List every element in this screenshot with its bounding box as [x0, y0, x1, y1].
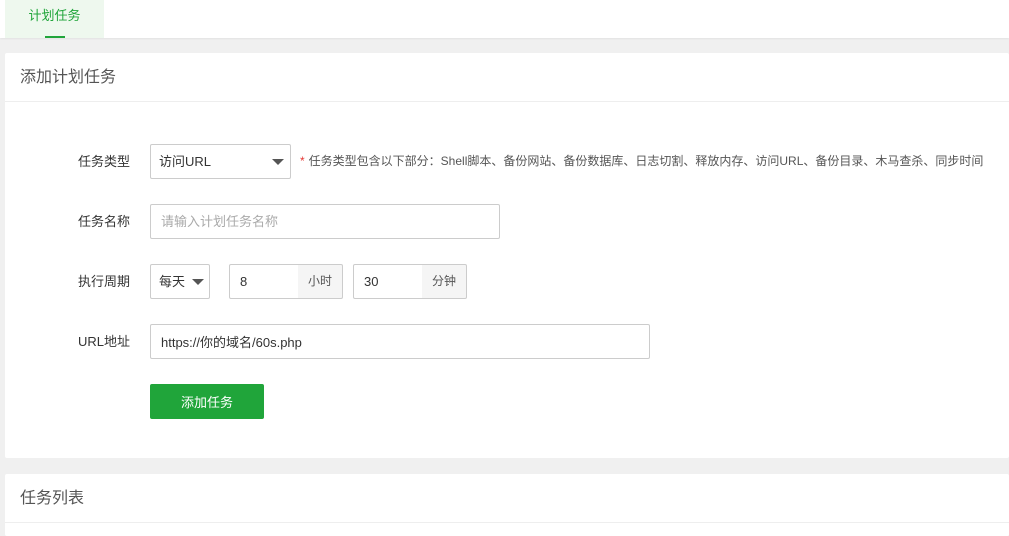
task-type-row: 任务类型 访问URL * 任务类型包含以下部分：Shell脚本、备份网站、备份数据…	[5, 144, 1009, 179]
minute-unit: 分钟	[422, 264, 467, 299]
hour-input[interactable]	[229, 264, 299, 299]
tab-scheduled-tasks[interactable]: 计划任务	[5, 0, 104, 38]
task-type-select[interactable]: 访问URL	[150, 144, 291, 179]
task-list-panel: 任务列表	[5, 474, 1009, 536]
period-selected: 每天	[159, 274, 186, 289]
cycle-label: 执行周期	[77, 274, 130, 289]
add-task-button[interactable]: 添加任务	[150, 384, 264, 419]
task-name-label: 任务名称	[77, 214, 130, 229]
panel-title: 添加计划任务	[5, 53, 1009, 102]
required-star: *	[300, 154, 305, 168]
chevron-down-icon	[272, 159, 284, 165]
task-name-row: 任务名称	[5, 204, 1009, 239]
add-task-panel: 添加计划任务 任务类型 访问URL * 任务类型包含以下部分：Shell脚本、备份…	[5, 53, 1009, 458]
task-type-selected: 访问URL	[159, 154, 212, 169]
period-select[interactable]: 每天	[150, 264, 210, 299]
cycle-row: 执行周期 每天 小时 分钟	[5, 264, 1009, 299]
minute-input[interactable]	[353, 264, 423, 299]
task-type-label: 任务类型	[77, 154, 130, 169]
tab-active-indicator	[45, 36, 65, 38]
url-input[interactable]	[150, 324, 650, 359]
url-label: URL地址	[77, 334, 130, 349]
hour-unit: 小时	[298, 264, 343, 299]
tab-label: 计划任务	[28, 8, 81, 23]
task-type-hint-text: 任务类型包含以下部分：Shell脚本、备份网站、备份数据库、日志切割、释放内存、…	[308, 154, 984, 168]
task-type-hint: * 任务类型包含以下部分：Shell脚本、备份网站、备份数据库、日志切割、释放内存…	[300, 144, 983, 179]
chevron-down-icon	[192, 279, 204, 285]
tab-bar: 计划任务	[0, 0, 1009, 38]
task-name-input[interactable]	[150, 204, 500, 239]
url-row: URL地址	[5, 324, 1009, 359]
task-list-title: 任务列表	[5, 474, 1009, 523]
